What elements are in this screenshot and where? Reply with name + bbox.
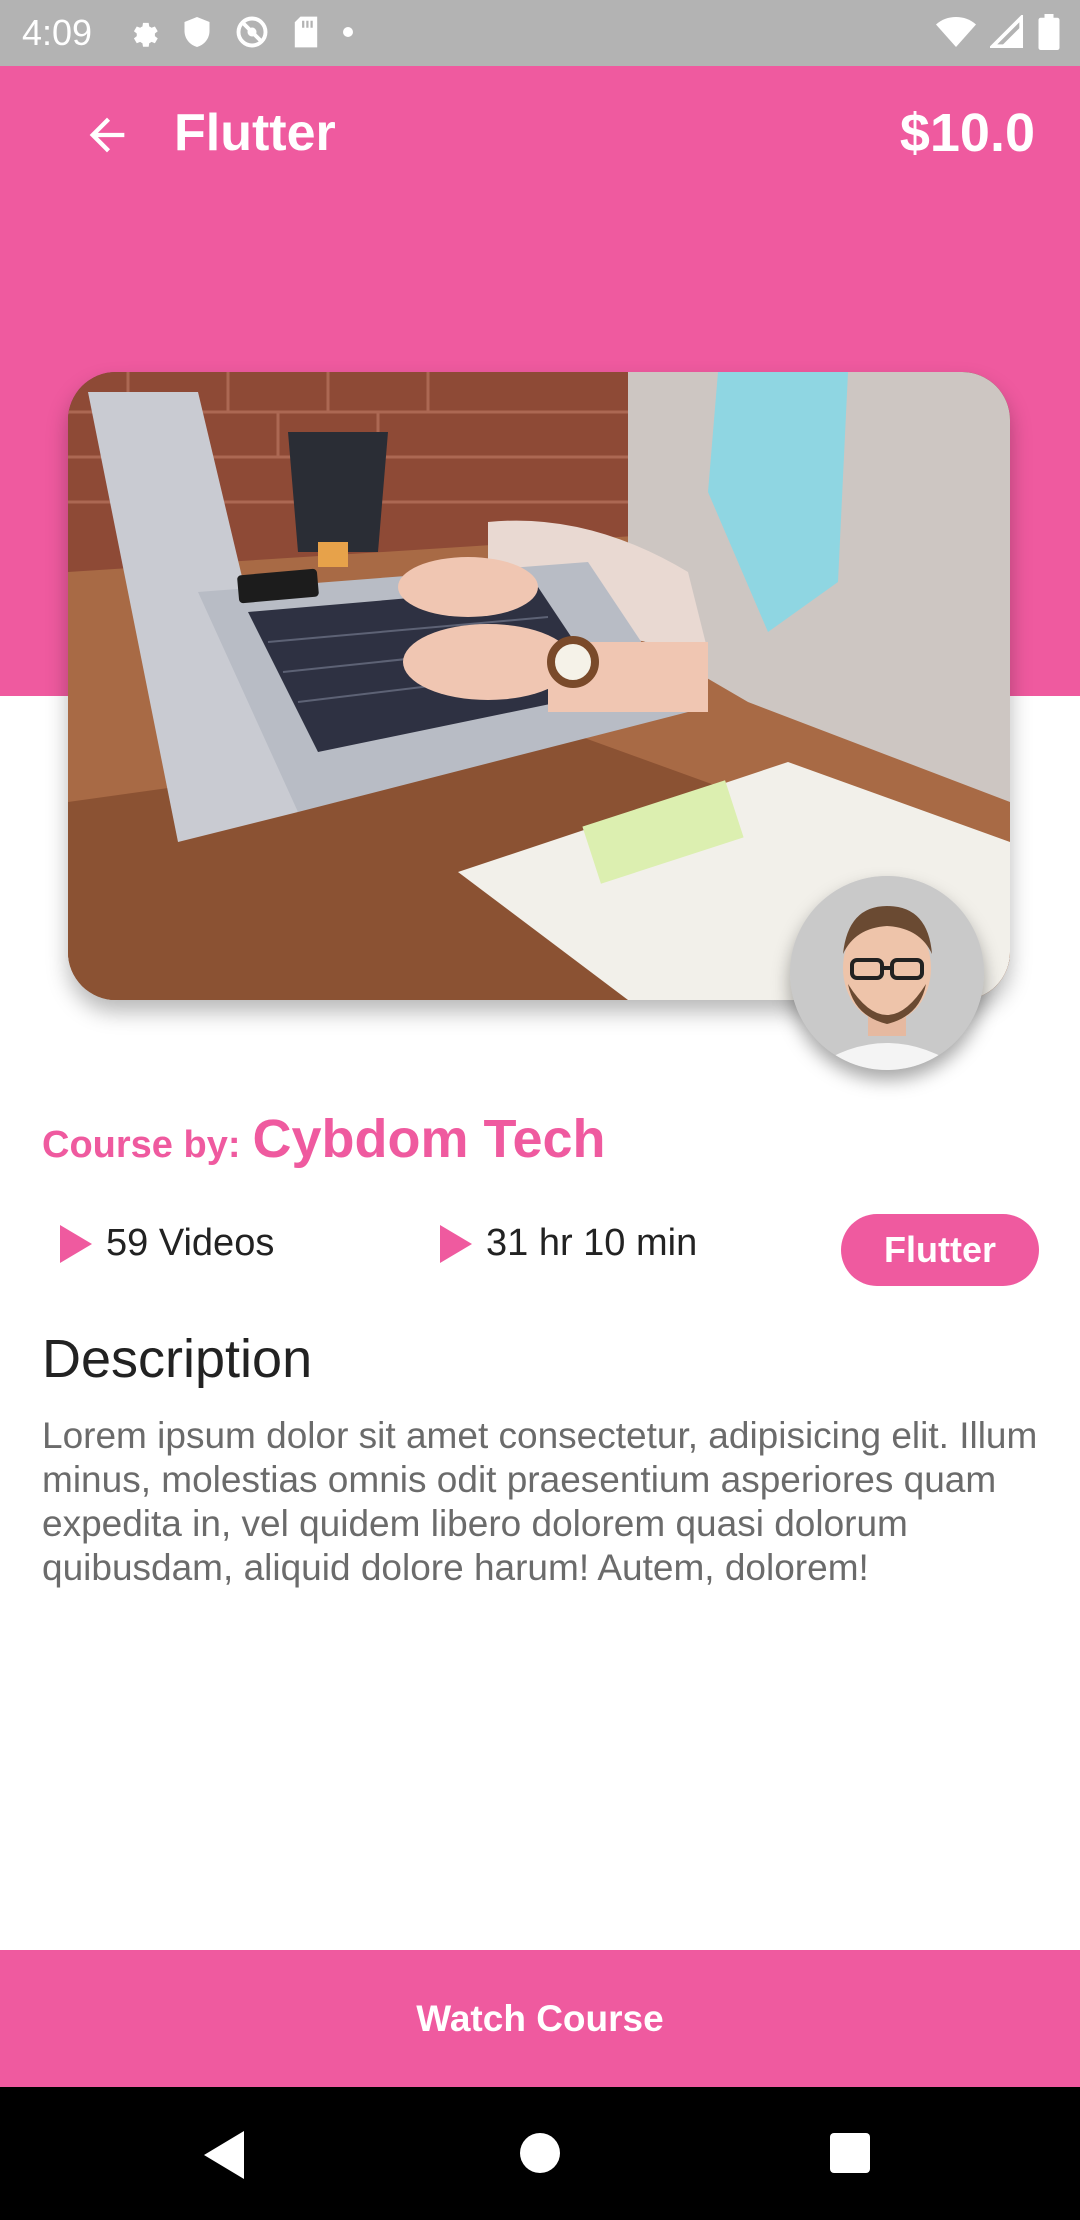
- author-photo: [790, 876, 984, 1070]
- back-button[interactable]: [74, 102, 140, 168]
- author-avatar[interactable]: [790, 876, 984, 1070]
- course-author-name: Cybdom Tech: [252, 1109, 606, 1169]
- shield-icon: [184, 17, 210, 47]
- arrow-left-icon: [89, 117, 125, 153]
- signal-icon: [990, 15, 1024, 49]
- play-icon: [60, 1224, 92, 1263]
- course-duration: 31 hr 10 min: [440, 1222, 697, 1265]
- description-body: Lorem ipsum dolor sit amet consectetur, …: [42, 1415, 1038, 1588]
- status-icons-left: [126, 14, 354, 50]
- category-tag[interactable]: Flutter: [841, 1214, 1039, 1286]
- nav-back-icon[interactable]: [204, 2131, 244, 2179]
- description-heading: Description: [42, 1329, 313, 1389]
- course-price: $10.0: [899, 103, 1035, 163]
- wifi-icon: [936, 17, 976, 47]
- play-icon: [440, 1224, 472, 1263]
- course-author-line: Course by: Cybdom Tech: [42, 1108, 606, 1170]
- page-title: Flutter: [174, 104, 336, 162]
- status-icons-right: [936, 14, 1060, 50]
- sd-card-icon: [294, 16, 318, 48]
- status-bar: 4:09: [0, 0, 1080, 66]
- course-duration-label: 31 hr 10 min: [486, 1222, 698, 1264]
- vpn-icon: [236, 16, 268, 48]
- watch-course-button[interactable]: Watch Course: [0, 1950, 1080, 2087]
- video-count: 59 Videos: [60, 1222, 274, 1265]
- nav-recents-icon[interactable]: [830, 2133, 870, 2173]
- course-by-label: Course by:: [42, 1124, 241, 1166]
- video-count-label: 59 Videos: [106, 1222, 275, 1264]
- battery-icon: [1038, 14, 1060, 50]
- dot-icon: [343, 27, 353, 37]
- settings-icon: [133, 22, 158, 47]
- system-nav-bar: [0, 2087, 1080, 2220]
- nav-home-icon[interactable]: [520, 2133, 560, 2173]
- status-time: 4:09: [22, 12, 93, 53]
